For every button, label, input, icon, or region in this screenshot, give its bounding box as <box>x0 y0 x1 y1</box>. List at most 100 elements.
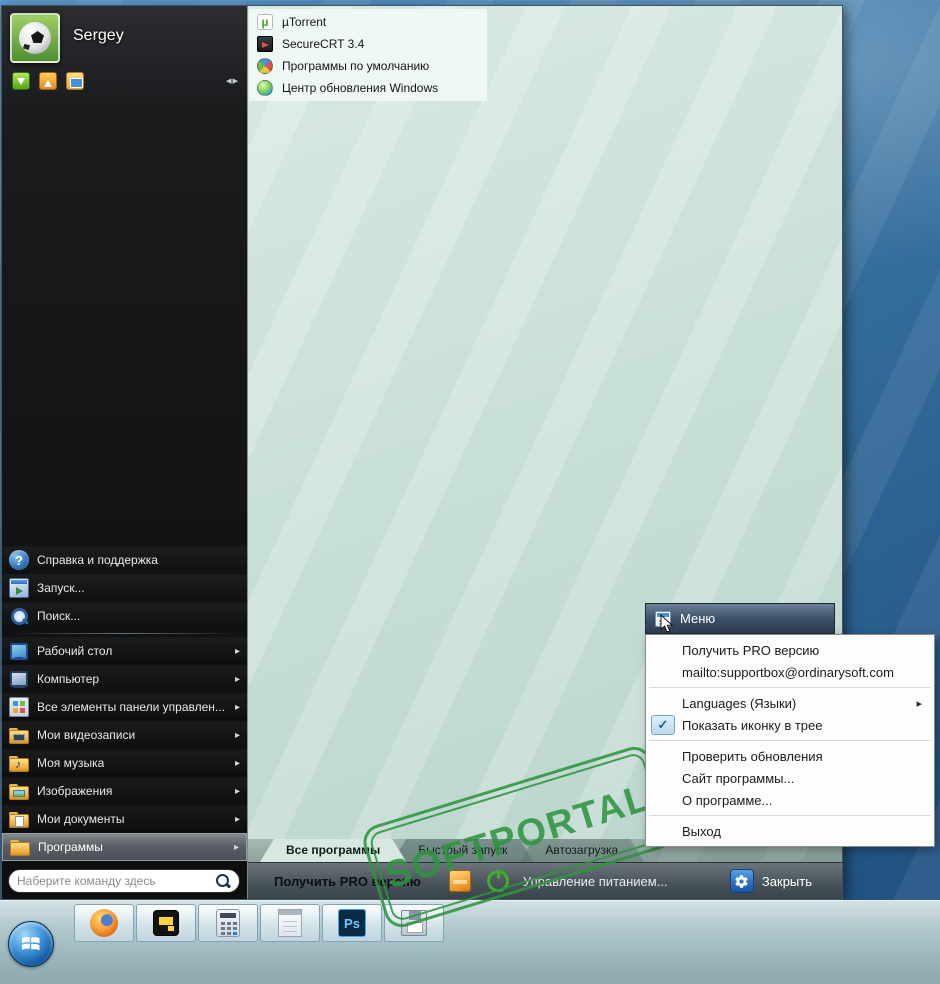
sidebar-item-label: Поиск... <box>37 609 81 623</box>
submenu-arrow-icon <box>235 786 240 797</box>
menu-item-label: mailto:supportbox@ordinarysoft.com <box>682 664 894 680</box>
menu-separator <box>649 687 931 688</box>
sidebar-item-computer[interactable]: Компьютер <box>2 665 247 693</box>
desktop: Sergey Справка и поддержка Запуск... <box>0 0 940 984</box>
sidebar-nav: Справка и поддержка Запуск... Поиск... Р… <box>2 546 247 861</box>
floppy-disk-icon <box>401 910 427 936</box>
install-icon[interactable] <box>12 72 30 90</box>
sidebar-item-label: Мои документы <box>37 812 125 826</box>
menu-header-label: Меню <box>680 611 716 626</box>
windows-flag-icon <box>22 936 40 951</box>
tab-all-programs[interactable]: Все программы <box>260 839 406 862</box>
tab-startup[interactable]: Автозагрузка <box>519 839 644 862</box>
collapse-arrows-icon[interactable] <box>226 74 239 87</box>
sidebar-item-label: Запуск... <box>37 581 85 595</box>
context-menu: Получить PRO версию mailto:supportbox@or… <box>645 634 935 847</box>
folder-window-icon[interactable] <box>66 72 84 90</box>
programs-folder-icon <box>10 837 30 857</box>
sidebar-item-search[interactable]: Поиск... <box>2 602 247 630</box>
checkmark-icon <box>651 715 675 735</box>
utorrent-icon <box>257 14 273 30</box>
menu-item-label: Проверить обновления <box>682 748 823 764</box>
flyout-item-windows-update[interactable]: Центр обновления Windows <box>249 77 487 99</box>
search-icon <box>9 606 29 626</box>
flyout-item-label: µTorrent <box>282 15 327 29</box>
sidebar-item-pictures[interactable]: Изображения <box>2 777 247 805</box>
sidebar-item-label: Программы <box>38 840 103 854</box>
flyout-item-default-programs[interactable]: Программы по умолчанию <box>249 55 487 77</box>
sidebar-item-label: Рабочий стол <box>37 644 113 658</box>
gear-icon <box>729 869 754 893</box>
menu-item-tray-icon[interactable]: Показать иконку в трее <box>646 714 934 736</box>
menu-item-label: Получить PRO версию <box>682 642 820 658</box>
command-search-box <box>8 869 240 893</box>
tab-quick-launch[interactable]: Быстрый запуск <box>392 839 533 862</box>
uninstall-icon[interactable] <box>39 72 57 90</box>
sidebar-item-control-panel[interactable]: Все элементы панели управлен... <box>2 693 247 721</box>
menu-item-label: Выход <box>682 823 721 839</box>
sidebar-separator <box>10 633 239 634</box>
pro-box-icon[interactable] <box>448 870 471 892</box>
default-programs-icon <box>257 58 273 74</box>
sidebar-item-help[interactable]: Справка и поддержка <box>2 546 247 574</box>
menu-header-button[interactable]: Меню <box>645 603 835 634</box>
sidebar-item-videos[interactable]: Мои видеозаписи <box>2 721 247 749</box>
menu-item-label: Languages (Языки) <box>682 695 797 711</box>
menu-item-get-pro[interactable]: Получить PRO версию <box>646 639 934 661</box>
sidebar-item-label: Моя музыка <box>37 756 105 770</box>
sidebar-item-label: Мои видеозаписи <box>37 728 136 742</box>
start-menu-left-panel: Sergey Справка и поддержка Запуск... <box>2 6 247 899</box>
tab-label: Быстрый запуск <box>418 843 508 857</box>
taskbar-photoshop-button[interactable]: Ps <box>322 904 382 942</box>
search-input[interactable] <box>17 874 209 888</box>
taskbar-app-button[interactable] <box>136 904 196 942</box>
sidebar-item-label: Компьютер <box>37 672 100 686</box>
menu-separator <box>649 815 931 816</box>
menu-item-check-updates[interactable]: Проверить обновления <box>646 745 934 767</box>
sidebar-item-programs[interactable]: Программы <box>2 833 247 861</box>
sidebar-item-label: Изображения <box>37 784 113 798</box>
flyout-item-label: Центр обновления Windows <box>282 81 439 95</box>
flyout-item-securecrt[interactable]: SecureCRT 3.4 <box>249 33 487 55</box>
sidebar-item-documents[interactable]: Мои документы <box>2 805 247 833</box>
submenu-arrow-icon <box>234 842 239 853</box>
flyout-item-utorrent[interactable]: µTorrent <box>249 11 487 33</box>
menu-item-website[interactable]: Сайт программы... <box>646 767 934 789</box>
calculator-icon <box>216 909 240 937</box>
notepad-icon <box>278 909 302 937</box>
quick-launch-bar: Ps <box>74 904 444 942</box>
sidebar-item-label: Все элементы панели управлен... <box>37 700 225 714</box>
music-folder-icon <box>9 753 29 773</box>
submenu-arrow-icon <box>916 697 922 710</box>
taskbar-firefox-button[interactable] <box>74 904 134 942</box>
menu-item-about[interactable]: О программе... <box>646 789 934 811</box>
menu-item-label: О программе... <box>682 792 773 808</box>
tab-label: Все программы <box>286 843 381 857</box>
taskbar-save-button[interactable] <box>384 904 444 942</box>
close-button[interactable]: Закрыть <box>729 869 812 893</box>
start-button[interactable] <box>8 921 54 967</box>
get-pro-button[interactable]: Получить PRO версию <box>274 874 421 889</box>
sidebar-item-desktop[interactable]: Рабочий стол <box>2 637 247 665</box>
videos-folder-icon <box>9 725 29 745</box>
menu-item-languages[interactable]: Languages (Языки) <box>646 692 934 714</box>
pictures-folder-icon <box>9 781 29 801</box>
menu-item-exit[interactable]: Выход <box>646 820 934 842</box>
flyout-item-label: Программы по умолчанию <box>282 59 430 73</box>
taskbar: Ps <box>0 900 940 984</box>
user-area: Sergey <box>10 13 124 63</box>
sidebar-item-run[interactable]: Запуск... <box>2 574 247 602</box>
user-avatar[interactable] <box>10 13 60 63</box>
power-icon[interactable] <box>486 870 509 892</box>
photoshop-icon: Ps <box>338 909 366 937</box>
menu-separator <box>649 740 931 741</box>
power-management-button[interactable]: Управление питанием... <box>523 874 668 889</box>
quick-icons-row <box>12 72 84 90</box>
taskbar-calculator-button[interactable] <box>198 904 258 942</box>
taskbar-notepad-button[interactable] <box>260 904 320 942</box>
magnifier-icon[interactable] <box>215 873 231 889</box>
close-button-label: Закрыть <box>761 873 812 889</box>
sidebar-item-music[interactable]: Моя музыка <box>2 749 247 777</box>
flyout-item-label: SecureCRT 3.4 <box>282 37 365 51</box>
menu-item-mailto[interactable]: mailto:supportbox@ordinarysoft.com <box>646 661 934 683</box>
